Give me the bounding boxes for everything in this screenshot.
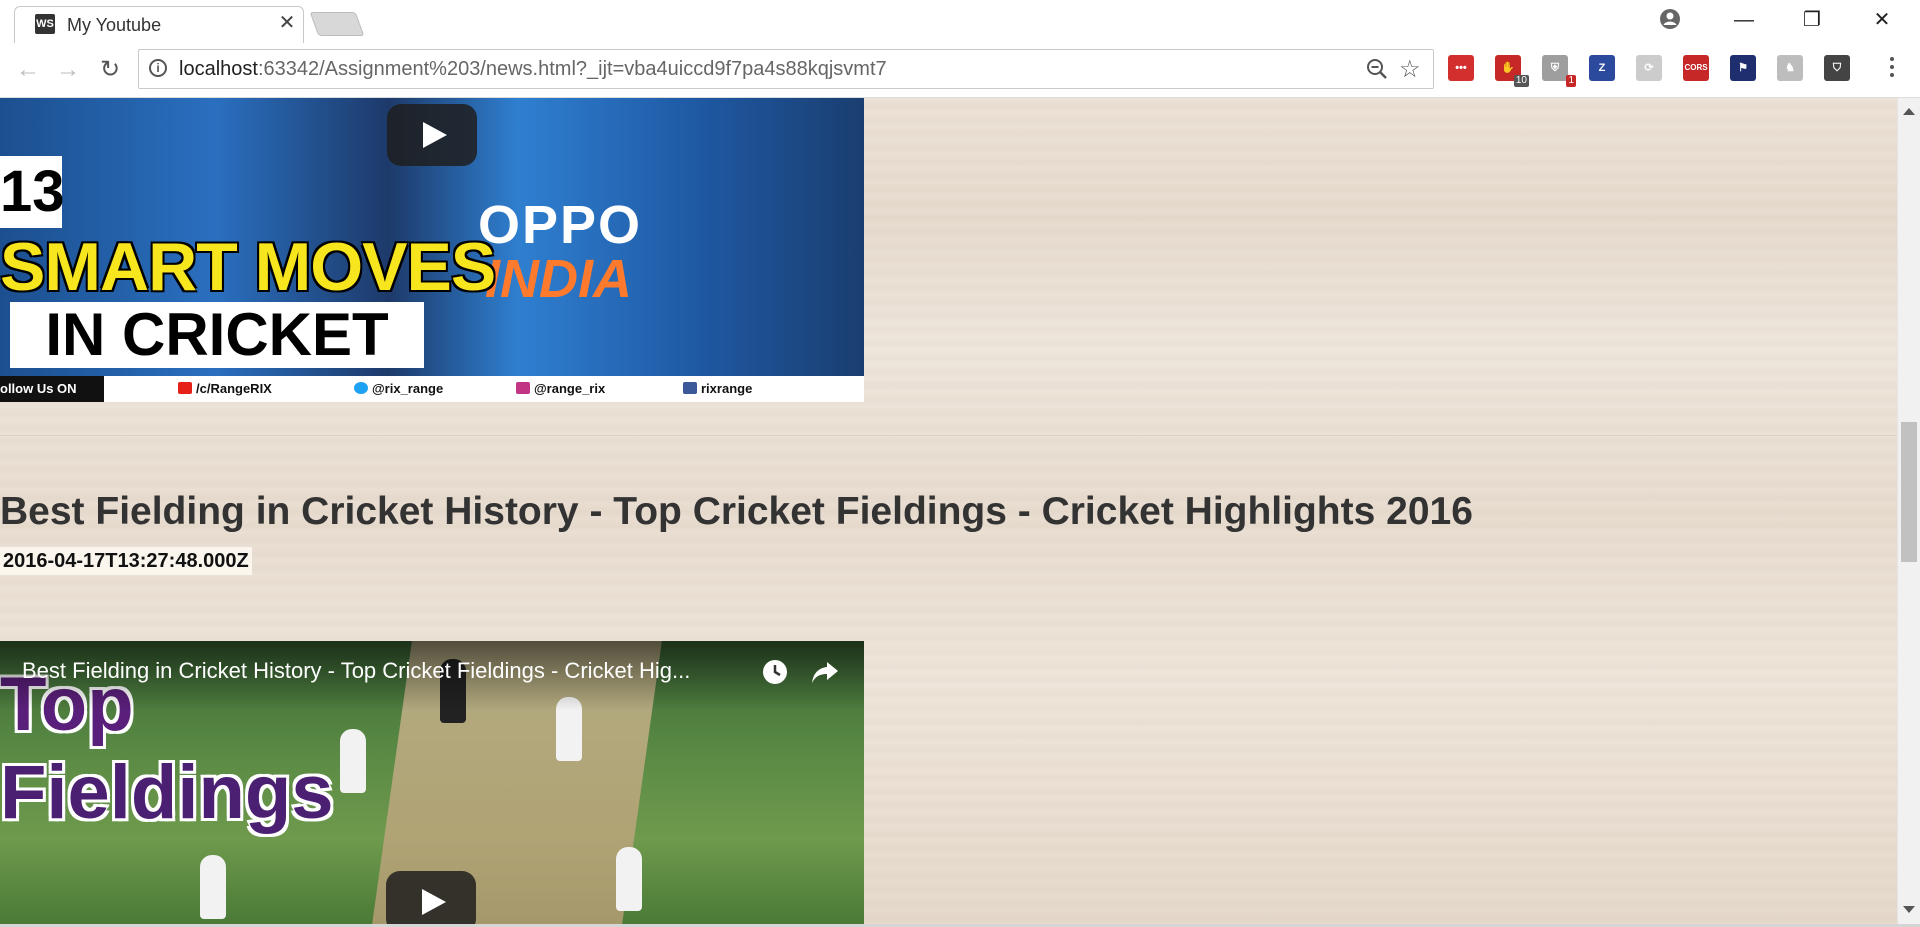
- address-bar[interactable]: i localhost:63342/Assignment%203/news.ht…: [138, 49, 1434, 89]
- bookmark-star-icon[interactable]: ☆: [1399, 55, 1421, 84]
- social-strip: ollow Us ON /c/RangeRIX @rix_range @rang…: [0, 376, 864, 402]
- share-icon[interactable]: [810, 658, 840, 686]
- zotero-ext-icon[interactable]: Z: [1589, 55, 1615, 81]
- reload-button[interactable]: ↻: [94, 54, 126, 86]
- url-text[interactable]: localhost:63342/Assignment%203/news.html…: [179, 58, 887, 81]
- video-player-1[interactable]: OPPO INDIA 13 SMART MOVES IN CRICKET oll…: [0, 98, 864, 402]
- instagram-icon: [516, 382, 530, 394]
- play-button[interactable]: [386, 871, 476, 924]
- restore-button[interactable]: ❐: [1780, 0, 1844, 40]
- social-instagram-text: @range_rix: [534, 381, 606, 396]
- thumbnail-subheadline: IN CRICKET: [10, 302, 424, 368]
- follow-label: ollow Us ON: [0, 376, 104, 402]
- back-button[interactable]: ←: [12, 54, 44, 86]
- zoom-icon[interactable]: [1365, 57, 1389, 81]
- browser-title-bar: WS My Youtube ✕ — ❐ ✕: [0, 0, 1920, 43]
- facebook-icon: [683, 382, 697, 394]
- jersey-country-text: INDIA: [485, 249, 632, 309]
- play-button[interactable]: [387, 104, 477, 166]
- jersey-brand-text: OPPO: [478, 195, 643, 255]
- social-facebook: rixrange: [683, 381, 752, 396]
- thumbnail-headline: SMART MOVES: [0, 229, 496, 305]
- section-divider: [0, 435, 1897, 436]
- close-tab-icon[interactable]: ✕: [277, 13, 297, 33]
- page-viewport[interactable]: OPPO INDIA 13 SMART MOVES IN CRICKET oll…: [0, 98, 1897, 924]
- lastpass-ext-icon[interactable]: •••: [1448, 55, 1474, 81]
- minimize-button[interactable]: —: [1712, 0, 1776, 40]
- scroll-down-arrow-icon[interactable]: [1903, 906, 1915, 913]
- tab-title: My Youtube: [67, 15, 162, 35]
- social-youtube-text: /c/RangeRIX: [196, 381, 272, 396]
- flag-ext-icon[interactable]: ⚑: [1730, 55, 1756, 81]
- scroll-up-arrow-icon[interactable]: [1903, 108, 1915, 115]
- scroll-thumb[interactable]: [1901, 422, 1917, 562]
- fielder: [340, 729, 366, 793]
- cors-ext-icon[interactable]: CORS: [1683, 55, 1709, 81]
- vertical-scrollbar[interactable]: [1897, 98, 1920, 924]
- thumbnail-number: 13: [0, 156, 65, 228]
- sync-ext-icon[interactable]: ⟳: [1636, 55, 1662, 81]
- fielder: [616, 847, 642, 911]
- info-icon[interactable]: i: [149, 59, 167, 77]
- watch-later-icon[interactable]: [761, 658, 789, 686]
- twitter-icon: [354, 382, 368, 394]
- video-title: Best Fielding in Cricket History - Top C…: [0, 490, 1473, 533]
- play-icon: [423, 122, 447, 148]
- person-ext-icon[interactable]: ♞: [1777, 55, 1803, 81]
- shield-ext-icon[interactable]: ⛉: [1824, 55, 1850, 81]
- play-icon: [422, 889, 446, 915]
- profile-icon[interactable]: [1659, 8, 1681, 30]
- ublock-ext-icon[interactable]: ⛨ 1: [1542, 55, 1576, 87]
- player-title-link[interactable]: Best Fielding in Cricket History - Top C…: [22, 658, 690, 684]
- youtube-icon: [178, 382, 192, 394]
- social-instagram: @range_rix: [516, 381, 605, 396]
- extension-badge: 10: [1513, 75, 1529, 87]
- social-facebook-text: rixrange: [701, 381, 753, 396]
- new-tab-button[interactable]: [309, 12, 365, 36]
- browser-menu-icon[interactable]: [1880, 53, 1904, 85]
- video-published-date: 2016-04-17T13:27:48.000Z: [0, 547, 252, 575]
- thumbnail-fieldings-text: Fieldings: [0, 750, 334, 835]
- adblock-ext-icon[interactable]: ✋ 10: [1495, 55, 1529, 87]
- fielder: [200, 855, 226, 919]
- browser-toolbar: ← → ↻ i localhost:63342/Assignment%203/n…: [0, 43, 1920, 98]
- social-twitter-text: @rix_range: [372, 381, 444, 396]
- url-host: localhost: [179, 58, 258, 80]
- social-youtube: /c/RangeRIX: [178, 381, 272, 396]
- url-path: :63342/Assignment%203/news.html?_ijt=vba…: [257, 58, 887, 80]
- social-twitter: @rix_range: [354, 381, 443, 396]
- webstorm-favicon-icon: WS: [35, 14, 55, 34]
- extension-badge: 1: [1566, 75, 1576, 87]
- browser-tab[interactable]: WS My Youtube ✕: [14, 6, 304, 43]
- video-player-2[interactable]: Top Fieldings Best Fielding in Cricket H…: [0, 641, 864, 924]
- close-window-button[interactable]: ✕: [1850, 0, 1914, 40]
- forward-button[interactable]: →: [52, 54, 84, 86]
